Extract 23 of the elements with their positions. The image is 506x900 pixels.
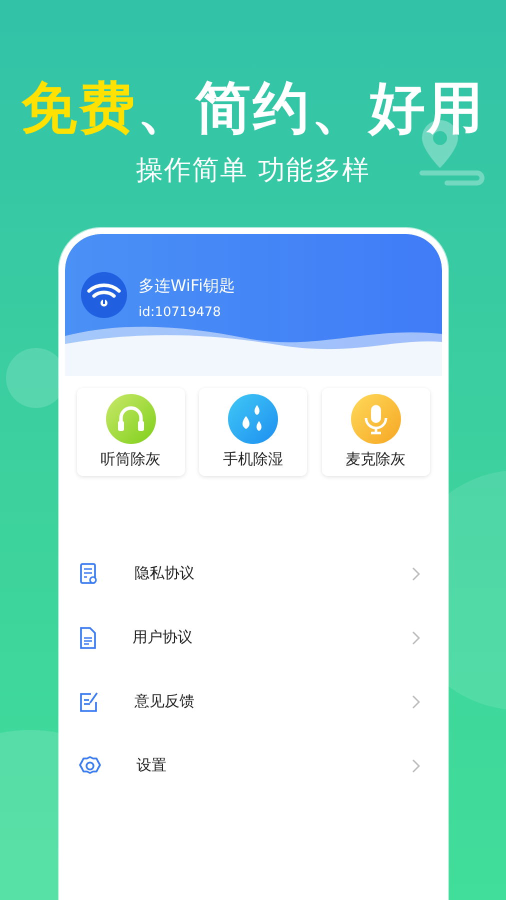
menu-item[interactable]: 用户协议 <box>64 606 442 670</box>
headline: 免费、简约、好用 <box>21 78 485 140</box>
wifi-logo-icon <box>80 272 126 318</box>
app-name: 多连WiFi钥匙 <box>138 276 235 297</box>
water-drops-icon <box>228 394 278 444</box>
menu-item[interactable]: 设置 <box>64 734 442 798</box>
menu-item[interactable]: 意见反馈 <box>64 670 442 734</box>
tool-button[interactable]: 手机除湿 <box>199 388 307 476</box>
microphone-icon <box>350 394 400 444</box>
tool-button[interactable]: 听筒除灰 <box>76 388 184 476</box>
chevron-icon <box>412 630 420 645</box>
subtitle: 操作简单 功能多样 <box>136 154 370 188</box>
user-id: id:10719478 <box>138 304 222 320</box>
chevron-icon <box>412 758 420 773</box>
menu-item[interactable]: 隐私协议 <box>64 542 442 606</box>
headphones-icon <box>106 394 156 444</box>
edit-icon <box>78 690 98 713</box>
chevron-icon <box>412 566 420 581</box>
certificate-icon <box>78 562 98 585</box>
document-icon <box>78 626 96 649</box>
chevron-icon <box>412 694 420 709</box>
tool-button[interactable]: 麦克除灰 <box>322 388 430 476</box>
settings-icon <box>78 754 100 777</box>
